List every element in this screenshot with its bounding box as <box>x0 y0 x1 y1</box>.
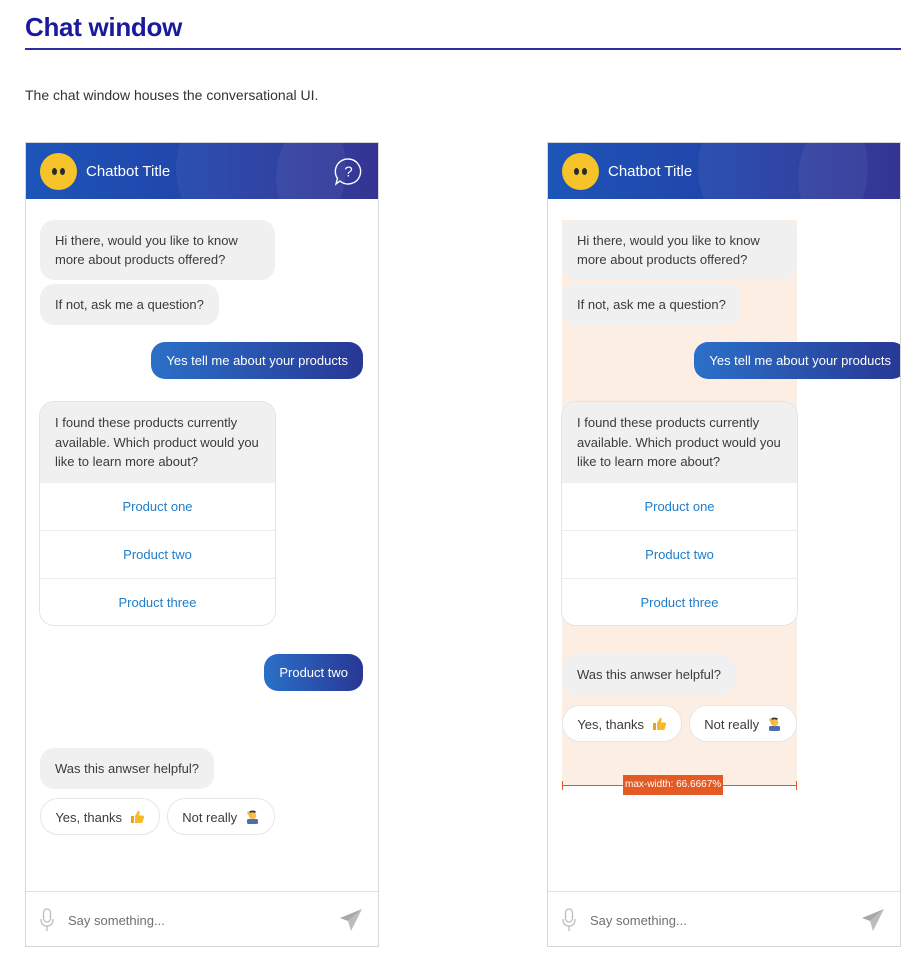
bot-message-greeting: Hi there, would you like to know more ab… <box>40 220 275 280</box>
facepalm-emoji <box>768 717 780 731</box>
chatbot-avatar-icon <box>40 153 77 190</box>
question-bubble-icon[interactable]: ? <box>334 157 363 186</box>
max-width-label: max-width: 66.6667% <box>623 775 724 795</box>
product-option-one[interactable]: Product one <box>40 482 275 530</box>
feedback-no-button[interactable]: Not really <box>689 705 797 742</box>
message-input[interactable] <box>68 910 328 930</box>
bot-message-products: I found these products currently availab… <box>562 402 797 483</box>
feedback-yes-label: Yes, thanks <box>55 810 123 825</box>
bot-message-prompt: If not, ask me a question? <box>562 284 741 325</box>
feedback-yes-button[interactable]: Yes, thanks <box>562 705 682 742</box>
user-message: Yes tell me about your products <box>694 342 900 379</box>
chat-header: Chatbot Title <box>548 143 900 199</box>
facepalm-emoji <box>246 810 258 824</box>
product-option-two[interactable]: Product two <box>562 530 797 578</box>
chatbot-avatar-icon <box>562 153 599 190</box>
bot-message-greeting: Hi there, would you like to know more ab… <box>562 220 797 280</box>
product-option-three[interactable]: Product three <box>562 577 797 625</box>
page-title: Chat window <box>25 12 183 42</box>
bot-message-prompt: If not, ask me a question? <box>40 284 219 325</box>
intro-text: The chat window houses the conversationa… <box>25 87 319 103</box>
feedback-no-button[interactable]: Not really <box>167 798 275 835</box>
chat-header: Chatbot Title ? <box>26 143 378 199</box>
chat-title: Chatbot Title <box>86 163 171 180</box>
title-divider <box>25 48 901 50</box>
thumbs-up-emoji <box>130 810 144 823</box>
bot-message-products: I found these products currently availab… <box>40 402 275 483</box>
feedback-no-label: Not really <box>704 717 760 732</box>
product-option-three[interactable]: Product three <box>40 577 275 625</box>
microphone-icon[interactable] <box>562 908 576 932</box>
paper-plane-icon[interactable] <box>339 908 363 932</box>
bot-message-feedback: Was this anwser helpful? <box>562 654 737 695</box>
product-card: I found these products currently availab… <box>40 402 275 625</box>
svg-text:?: ? <box>344 164 352 181</box>
chat-footer <box>548 891 900 946</box>
feedback-no-label: Not really <box>182 810 238 825</box>
chat-window-example: Chatbot Title ? Hi there, would you like… <box>25 142 379 947</box>
product-option-one[interactable]: Product one <box>562 482 797 530</box>
paper-plane-icon[interactable] <box>861 908 885 932</box>
chat-title: Chatbot Title <box>608 163 693 180</box>
chat-window-annotated: Chatbot Title Hi there, would you like t… <box>547 142 901 947</box>
thumbs-up-emoji <box>652 717 666 730</box>
feedback-yes-button[interactable]: Yes, thanks <box>40 798 160 835</box>
product-card: I found these products currently availab… <box>562 402 797 625</box>
user-message: Yes tell me about your products <box>151 342 363 379</box>
message-input[interactable] <box>590 910 850 930</box>
user-message: Product two <box>264 654 363 691</box>
product-option-two[interactable]: Product two <box>40 530 275 578</box>
bot-message-feedback: Was this anwser helpful? <box>40 748 215 789</box>
chat-footer <box>26 891 378 946</box>
feedback-yes-label: Yes, thanks <box>577 717 645 732</box>
microphone-icon[interactable] <box>40 908 54 932</box>
